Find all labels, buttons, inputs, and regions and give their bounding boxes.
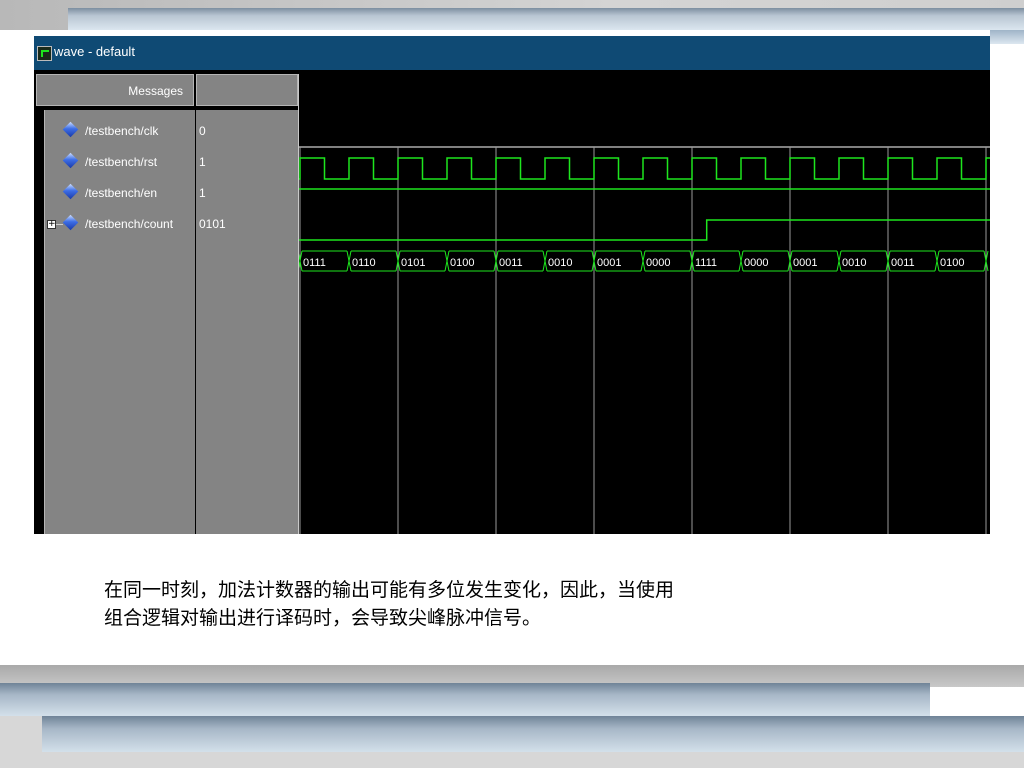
signal-value-count: 0101 — [199, 217, 226, 231]
en-waveform — [299, 219, 990, 241]
signal-name: /testbench/count — [85, 217, 174, 231]
bottom-decor-bar-2 — [42, 716, 1024, 752]
count-value-label: 1111 — [695, 257, 717, 269]
caption-line-1: 在同一时刻，加法计数器的输出可能有多位发生变化，因此，当使用 — [104, 579, 675, 601]
count-value-label: 0010 — [842, 257, 866, 269]
count-value-label: 0100 — [940, 257, 964, 269]
value-column-header[interactable] — [196, 74, 298, 106]
signal-diamond-icon — [62, 121, 79, 138]
wave-titlebar[interactable]: wave - default — [34, 36, 990, 70]
waveform-area[interactable]: 0111 0110 0101 0100 0011 0010 0001 0000 1111 0000… — [299, 74, 990, 534]
signal-value-en: 1 — [199, 186, 206, 200]
signal-value-clk: 0 — [199, 124, 206, 138]
bottom-decor-bar-1 — [0, 683, 930, 716]
count-value-label: 0011 — [499, 257, 523, 269]
count-value-label: 0010 — [548, 257, 572, 269]
signal-row-rst[interactable]: /testbench/rst — [45, 152, 195, 173]
wave-window: wave - default Messages /testbench/clk /… — [34, 35, 990, 534]
signal-diamond-icon — [62, 152, 79, 169]
count-value-label: 0000 — [646, 257, 670, 269]
count-value-label: 0000 — [744, 257, 768, 269]
count-value-label: 0100 — [450, 257, 474, 269]
count-value-label: 0111 — [303, 257, 326, 269]
signal-value-rst: 1 — [199, 155, 206, 169]
messages-header-label: Messages — [128, 84, 183, 98]
signal-name: /testbench/clk — [85, 124, 159, 138]
window-title: wave - default — [54, 44, 135, 59]
count-value-label: 0110 — [352, 257, 376, 269]
caption-line-2: 组合逻辑对输出进行译码时，会导致尖峰脉冲信号。 — [104, 607, 542, 629]
count-value-label: 0001 — [597, 257, 621, 269]
signal-values-pane: 0 1 1 0101 — [196, 110, 298, 534]
slide-caption: 在同一时刻，加法计数器的输出可能有多位发生变化，因此，当使用 组合逻辑对输出进行… — [104, 576, 904, 632]
signal-row-en[interactable]: /testbench/en — [45, 183, 195, 204]
waveform-canvas: 0111 0110 0101 0100 0011 0010 0001 0000 1111 0000… — [299, 146, 990, 534]
signal-name: /testbench/rst — [85, 155, 158, 169]
expand-plus-icon[interactable]: + — [47, 220, 56, 229]
tree-connector — [56, 224, 63, 225]
top-decor-bar-right — [990, 30, 1024, 44]
signal-name: /testbench/en — [85, 186, 158, 200]
signal-diamond-icon — [62, 214, 79, 231]
clk-waveform — [299, 157, 990, 180]
signal-names-pane: /testbench/clk /testbench/rst /testbench… — [44, 110, 195, 534]
signal-diamond-icon — [62, 183, 79, 200]
top-decor-bar — [68, 8, 1024, 30]
wave-app-icon — [37, 46, 52, 61]
messages-column-header[interactable]: Messages — [36, 74, 194, 106]
count-value-label: 0001 — [793, 257, 817, 269]
signal-pane-gutter — [34, 110, 44, 534]
count-value-label: 0011 — [891, 257, 915, 269]
signal-row-count[interactable]: + /testbench/count — [45, 214, 195, 235]
count-value-label: 0101 — [401, 257, 425, 269]
signal-row-clk[interactable]: /testbench/clk — [45, 121, 195, 142]
